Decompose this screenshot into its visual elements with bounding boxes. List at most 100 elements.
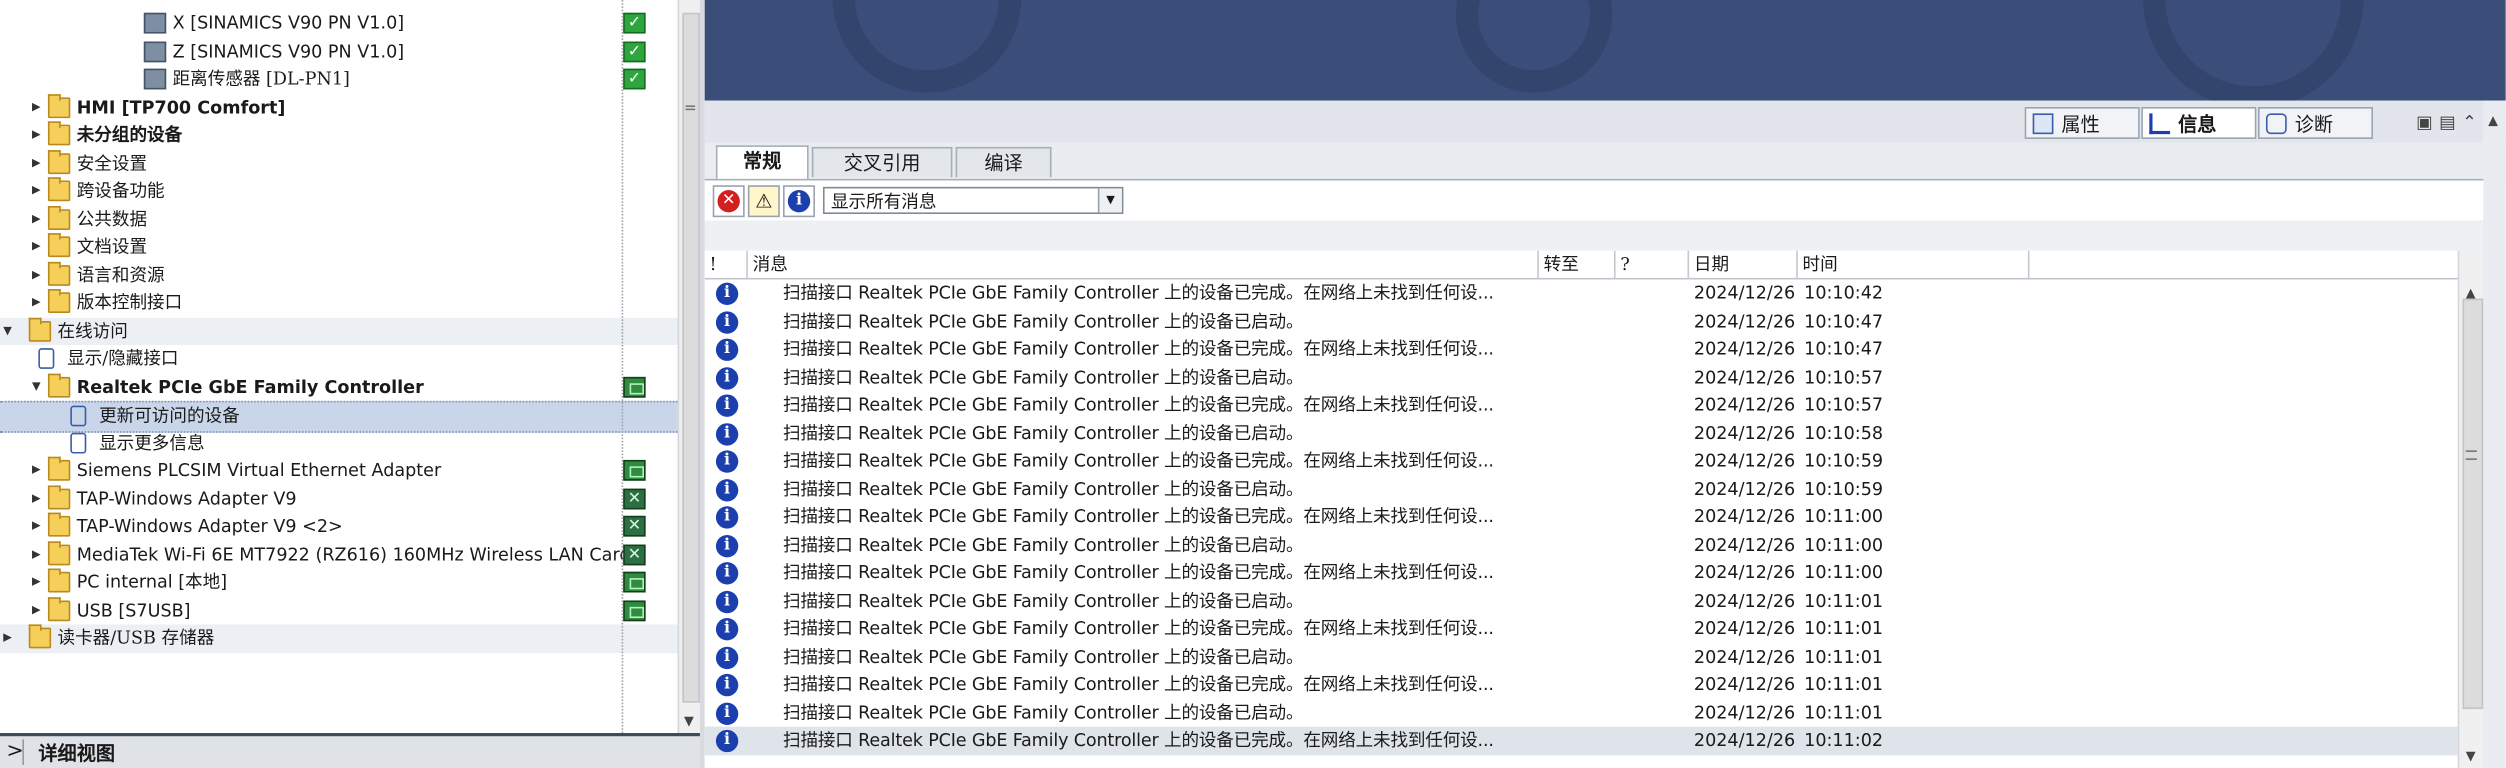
scroll-up-icon[interactable]: ▲: [2488, 113, 2498, 127]
expand-arrow-icon[interactable]: ▶: [32, 289, 41, 317]
device-icon: [143, 40, 167, 62]
tab-properties[interactable]: 属性: [2024, 106, 2140, 139]
restore-icon[interactable]: ▣: [2416, 112, 2439, 133]
tree-item[interactable]: ▶ 跨设备功能: [0, 177, 678, 205]
expand-arrow-icon[interactable]: ▶: [32, 205, 41, 233]
tree-item[interactable]: ▶ 读卡器/USB 存储器: [0, 624, 678, 653]
message-row[interactable]: i 扫描接口 Realtek PCIe GbE Family Controller…: [705, 391, 2458, 419]
tree-scrollbar-thumb[interactable]: [682, 12, 700, 703]
scroll-down-icon[interactable]: ▼: [2466, 749, 2476, 763]
message-filter-select[interactable]: 显示所有消息 ▼: [822, 186, 1124, 214]
expand-arrow-icon[interactable]: ▶: [32, 541, 41, 569]
col-date[interactable]: 日期: [1689, 250, 1798, 278]
scroll-down-icon[interactable]: ▼: [684, 714, 694, 728]
tree-item[interactable]: ▶ USB [S7USB]: [0, 596, 678, 624]
tree-item[interactable]: X [SINAMICS V90 PN V1.0] ✓: [0, 10, 678, 38]
tree-item[interactable]: ▶ Siemens PLCSIM Virtual Ethernet Adapter: [0, 456, 678, 485]
message-row[interactable]: i 扫描接口 Realtek PCIe GbE Family Controller…: [705, 419, 2458, 447]
tree-item[interactable]: ▶ MediaTek Wi-Fi 6E MT7922 (RZ616) 160MHz…: [0, 540, 678, 569]
tree-item[interactable]: ▶ TAP-Windows Adapter V9 <2> ✕: [0, 512, 678, 541]
message-text: 扫描接口 Realtek PCIe GbE Family Controller …: [783, 590, 1304, 611]
message-row[interactable]: i 扫描接口 Realtek PCIe GbE Family Controller…: [705, 503, 2458, 531]
message-date: 2024/12/26: [1693, 673, 1796, 695]
info-icon: [2149, 113, 2171, 135]
tree-item[interactable]: ▶ 未分组的设备: [0, 121, 678, 149]
grip-icon: [685, 105, 696, 111]
col-goto[interactable]: 转至: [1539, 250, 1616, 278]
tree-item-label: 跨设备功能: [76, 180, 165, 202]
expand-arrow-icon[interactable]: ▶: [32, 569, 41, 597]
chevron-down-icon[interactable]: ▼: [1097, 188, 1122, 213]
tree-item[interactable]: ▶ 文档设置: [0, 233, 678, 261]
expand-arrow-icon[interactable]: ▶: [32, 233, 41, 261]
tree-item[interactable]: ▶ PC internal [本地]: [0, 568, 678, 597]
tree-item[interactable]: 显示更多信息: [0, 429, 678, 457]
message-date: 2024/12/26: [1693, 562, 1796, 583]
warning-filter-button[interactable]: ⚠: [747, 185, 780, 218]
tree-item[interactable]: ▶ 语言和资源: [0, 261, 678, 289]
tree-item[interactable]: ▼ 在线访问: [0, 317, 678, 345]
info-icon: i: [715, 618, 739, 641]
message-row[interactable]: i 扫描接口 Realtek PCIe GbE Family Controller…: [704, 726, 2458, 755]
message-row[interactable]: i 扫描接口 Realtek PCIe GbE Family Controller…: [705, 363, 2458, 391]
tree-item[interactable]: Z [SINAMICS V90 PN V1.0] ✓: [0, 38, 678, 66]
message-date: 2024/12/26: [1693, 590, 1796, 611]
message-row[interactable]: i 扫描接口 Realtek PCIe GbE Family Controller…: [705, 699, 2458, 727]
expand-arrow-icon[interactable]: ▶: [32, 93, 41, 121]
expand-arrow-icon[interactable]: ▶: [32, 149, 41, 177]
subtab-compile[interactable]: 编译: [955, 146, 1052, 178]
message-row[interactable]: i 扫描接口 Realtek PCIe GbE Family Controller…: [705, 587, 2458, 615]
expand-arrow-icon[interactable]: ▶: [32, 457, 41, 485]
message-date: 2024/12/26: [1693, 645, 1796, 667]
message-row[interactable]: i 扫描接口 Realtek PCIe GbE Family Controller…: [705, 531, 2458, 559]
subtab-cross-reference[interactable]: 交叉引用: [811, 146, 953, 178]
error-filter-button[interactable]: ✕: [712, 185, 745, 218]
message-row[interactable]: i 扫描接口 Realtek PCIe GbE Family Controller…: [705, 447, 2458, 475]
message-row[interactable]: i 扫描接口 Realtek PCIe GbE Family Controller…: [705, 335, 2458, 363]
tab-diagnostics[interactable]: 诊断: [2257, 106, 2374, 139]
col-message[interactable]: 消息: [748, 250, 1539, 278]
tree-item[interactable]: ▶ 公共数据: [0, 205, 678, 233]
tree-item[interactable]: 距离传感器 [DL-PN1] ✓: [0, 65, 678, 93]
message-row[interactable]: i 扫描接口 Realtek PCIe GbE Family Controller…: [705, 615, 2458, 643]
collapse-arrow-icon[interactable]: ▼: [32, 373, 41, 401]
expand-arrow-icon[interactable]: ▶: [32, 596, 41, 624]
chevron-right-icon[interactable]: >: [6, 739, 23, 763]
window-controls[interactable]: ▣▤⌃: [2416, 112, 2483, 133]
message-row[interactable]: i 扫描接口 Realtek PCIe GbE Family Controller…: [705, 671, 2458, 699]
tab-info[interactable]: 信息: [2141, 106, 2257, 139]
message-row[interactable]: i 扫描接口 Realtek PCIe GbE Family Controller…: [705, 559, 2458, 587]
expand-arrow-icon[interactable]: ▶: [3, 624, 12, 652]
expand-arrow-icon[interactable]: ▶: [32, 485, 41, 513]
col-help[interactable]: ?: [1616, 250, 1690, 278]
tile-icon[interactable]: ▤: [2439, 112, 2462, 133]
message-row[interactable]: i 扫描接口 Realtek PCIe GbE Family Controller…: [705, 307, 2458, 335]
tree-item[interactable]: 更新可访问的设备: [0, 400, 678, 432]
message-row[interactable]: i 扫描接口 Realtek PCIe GbE Family Controller…: [705, 279, 2458, 307]
message-row[interactable]: i 扫描接口 Realtek PCIe GbE Family Controller…: [705, 475, 2458, 503]
tree-item[interactable]: ▶ 版本控制接口: [0, 289, 678, 317]
message-scrollbar-thumb[interactable]: [2462, 298, 2484, 710]
tree-item[interactable]: ▶ 安全设置: [0, 149, 678, 177]
col-severity[interactable]: !: [705, 250, 748, 278]
tree-scrollbar[interactable]: ▼: [677, 0, 700, 734]
expand-arrow-icon[interactable]: ▶: [32, 177, 41, 205]
subtab-general[interactable]: 常规: [715, 145, 809, 179]
expand-arrow-icon[interactable]: ▶: [32, 261, 41, 289]
message-scrollbar[interactable]: ▲ ▼: [2457, 250, 2485, 768]
message-filter-value: 显示所有消息: [830, 191, 937, 213]
tree-item[interactable]: ▼ Realtek PCIe GbE Family Controller: [0, 372, 678, 401]
tree-item[interactable]: ▶ HMI [TP700 Comfort]: [0, 93, 678, 121]
expand-arrow-icon[interactable]: ▶: [32, 121, 41, 149]
collapse-icon[interactable]: ⌃: [2462, 112, 2483, 133]
message-time: 10:11:00: [1804, 534, 1884, 555]
collapse-arrow-icon[interactable]: ▼: [3, 317, 12, 345]
tree-item[interactable]: 显示/隐藏接口: [0, 345, 678, 373]
info-filter-button[interactable]: i: [783, 185, 815, 218]
message-row[interactable]: i 扫描接口 Realtek PCIe GbE Family Controller…: [705, 643, 2458, 671]
expand-arrow-icon[interactable]: ▶: [32, 513, 41, 541]
tree-item[interactable]: ▶ TAP-Windows Adapter V9 ✕: [0, 484, 678, 513]
col-time[interactable]: 时间: [1798, 250, 2030, 278]
detail-view-bar[interactable]: > 详细视图: [0, 733, 704, 768]
folder-icon: [47, 93, 71, 118]
